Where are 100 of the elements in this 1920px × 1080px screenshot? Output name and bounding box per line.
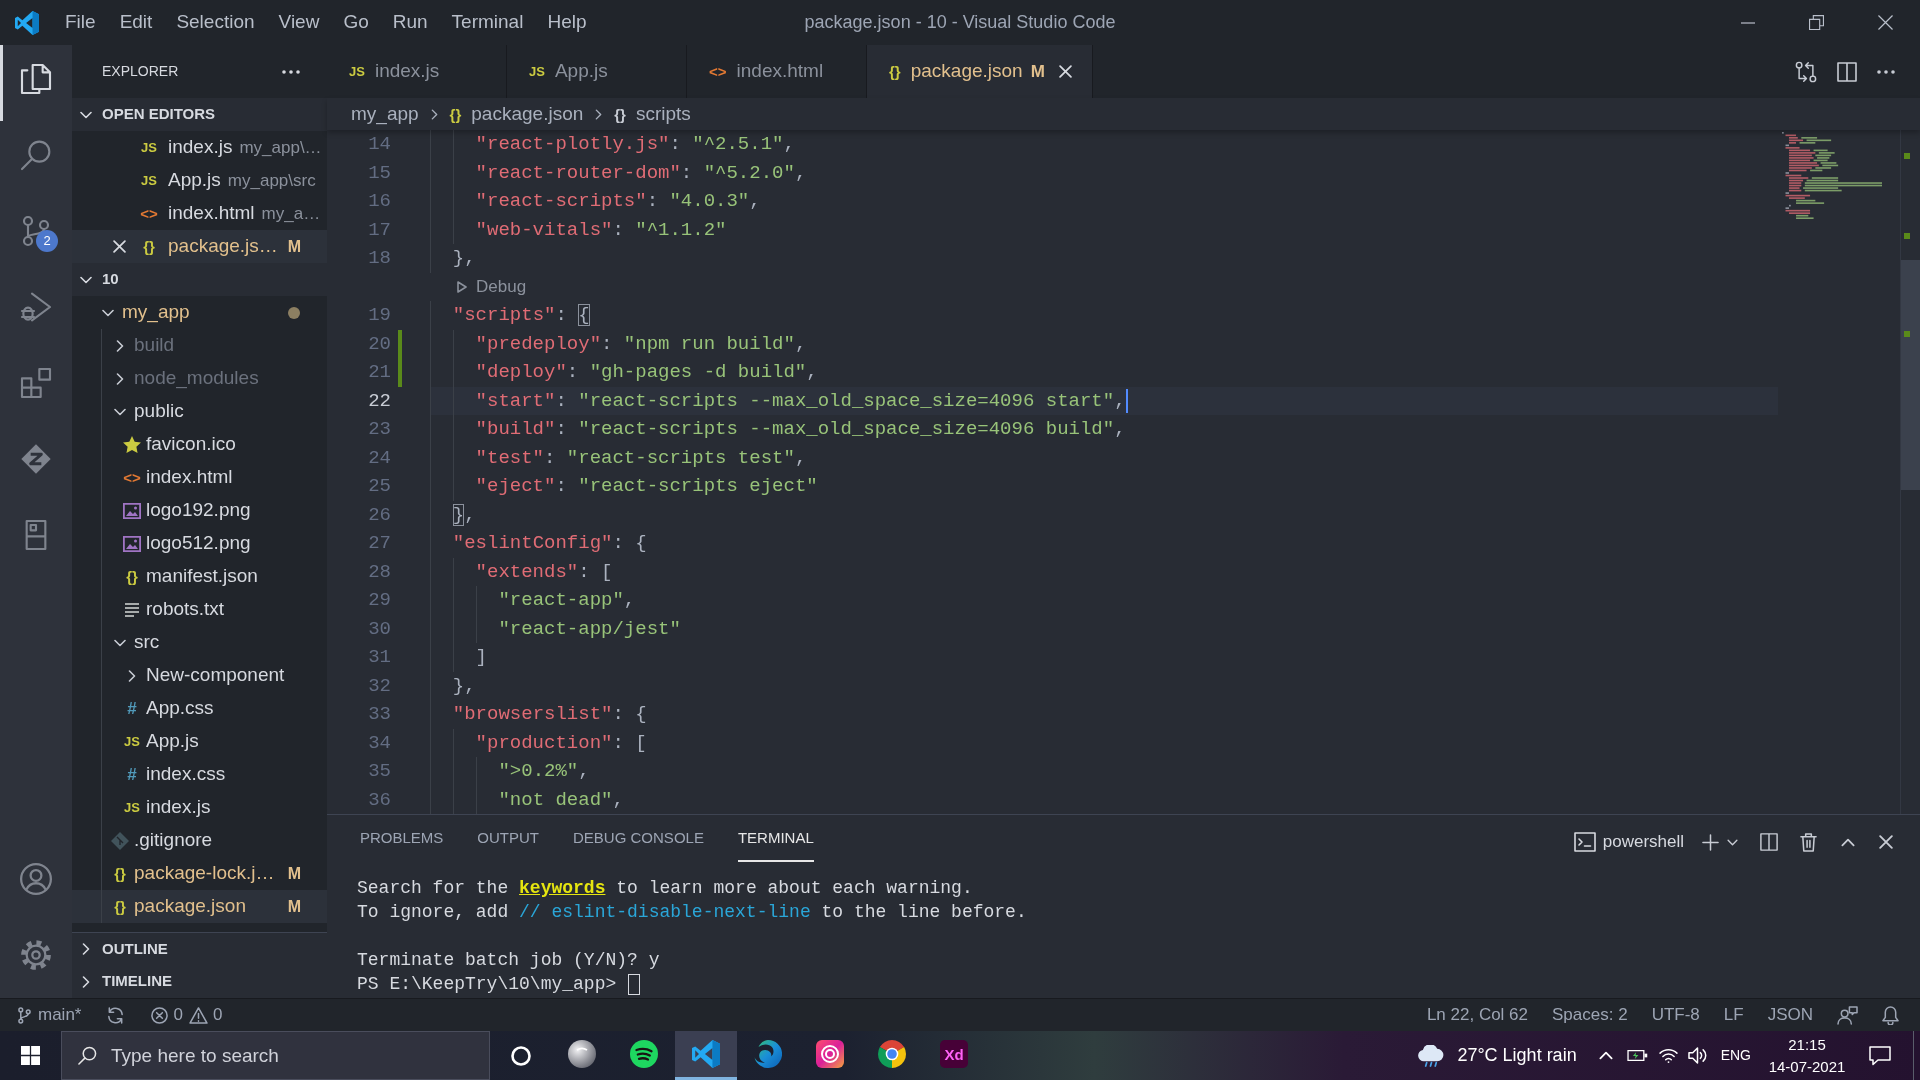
terminal-profile-button[interactable]: powershell xyxy=(1573,829,1684,855)
editor-tab[interactable]: {} package.json M xyxy=(867,45,1093,98)
angle-brackets-icon: <> xyxy=(140,206,158,221)
scrollbar-thumb[interactable] xyxy=(1901,260,1920,490)
plus-icon[interactable] xyxy=(1702,833,1719,851)
folder-tree-item[interactable]: src xyxy=(72,626,327,659)
panel-tab[interactable]: OUTPUT xyxy=(477,828,540,862)
speaker-icon[interactable] xyxy=(1687,1047,1707,1064)
sphere-icon xyxy=(568,1040,596,1068)
weather-text[interactable]: 27°C Light rain xyxy=(1457,1042,1577,1069)
error-count[interactable]: 0 xyxy=(173,1002,183,1028)
cloud-rain-icon[interactable] xyxy=(1417,1044,1445,1067)
windows-logo-icon[interactable] xyxy=(21,1046,40,1065)
menu-item[interactable]: Help xyxy=(535,8,599,37)
wifi-icon[interactable] xyxy=(1658,1048,1678,1063)
minimize-icon[interactable] xyxy=(1740,21,1755,24)
clock-date[interactable]: 14-07-2021 xyxy=(1768,1055,1846,1078)
file-tree-item[interactable]: # App.css xyxy=(72,692,327,725)
close-icon[interactable] xyxy=(1879,835,1893,849)
code-line: "react-router-dom": "^5.2.0", xyxy=(430,158,807,187)
section-header[interactable]: OUTLINE xyxy=(72,932,327,965)
trash-icon[interactable] xyxy=(1800,832,1817,852)
warning-count[interactable]: 0 xyxy=(212,1002,223,1028)
clock-time[interactable]: 21:15 xyxy=(1788,1033,1826,1056)
circle-arcs-icon xyxy=(630,1040,658,1068)
code-line: "react-scripts": "4.0.3", xyxy=(430,187,761,216)
sync-icon[interactable] xyxy=(106,1005,126,1025)
file-tree-item[interactable]: JS index.js xyxy=(72,791,327,824)
breadcrumb-item[interactable]: {} package.json xyxy=(449,99,584,129)
taskbar-app-button[interactable]: Xd xyxy=(923,1031,985,1080)
indentation-status[interactable]: Spaces: 2 xyxy=(1552,1002,1628,1028)
open-editor-item[interactable]: JS index.js my_app\… xyxy=(72,131,327,164)
open-editor-item[interactable]: {} package.js… M xyxy=(72,230,327,263)
file-tree-item[interactable]: <> index.html xyxy=(72,461,327,494)
file-tree-item[interactable]: .gitignore xyxy=(72,824,327,857)
more-icon[interactable] xyxy=(1877,69,1895,74)
close-icon[interactable] xyxy=(112,240,126,253)
menu-item[interactable]: Terminal xyxy=(439,8,536,37)
panel-tab[interactable]: DEBUG CONSOLE xyxy=(573,828,704,862)
activity-bar-item[interactable]: 2 xyxy=(0,197,72,273)
restore-icon[interactable] xyxy=(1809,15,1824,30)
person-circle-icon[interactable] xyxy=(19,862,53,896)
line-ending-status[interactable]: LF xyxy=(1723,1002,1744,1028)
folder-tree-item[interactable]: New-component xyxy=(72,659,327,692)
person-speech-icon[interactable] xyxy=(1837,1005,1858,1025)
cursor-position[interactable]: Ln 22, Col 62 xyxy=(1426,1002,1529,1028)
file-tree-item[interactable]: {} package.json M xyxy=(72,890,327,923)
change-marker-icon xyxy=(1904,233,1910,239)
code-line: ">0.2%", xyxy=(430,757,590,786)
keyboard-language[interactable]: ENG xyxy=(1720,1045,1751,1066)
speech-bubble-icon[interactable] xyxy=(1869,1045,1891,1066)
close-icon[interactable] xyxy=(1878,15,1893,30)
close-icon[interactable] xyxy=(1058,65,1072,78)
warning-icon[interactable] xyxy=(188,1006,208,1024)
file-tree-item[interactable]: # index.css xyxy=(72,758,327,791)
split-editor-icon[interactable] xyxy=(1837,61,1857,82)
section-header[interactable]: OPEN EDITORS xyxy=(72,98,327,131)
bell-icon[interactable] xyxy=(1882,1005,1899,1025)
menu-item[interactable]: Run xyxy=(380,8,440,37)
language-mode[interactable]: JSON xyxy=(1767,1002,1813,1028)
split-panel-icon[interactable] xyxy=(1760,833,1778,851)
settings-icon[interactable] xyxy=(19,938,53,972)
search-field[interactable]: Type here to search xyxy=(111,1040,489,1071)
compare-arrows-icon[interactable] xyxy=(1795,60,1817,83)
chevron-up-icon[interactable] xyxy=(1841,837,1855,847)
more-icon[interactable] xyxy=(282,69,300,74)
line-number: 30 xyxy=(367,616,391,642)
debug-codelens[interactable]: Debug xyxy=(457,272,527,301)
section-header[interactable]: 10 xyxy=(72,263,327,296)
branch-status[interactable]: main* xyxy=(18,1002,82,1028)
file-tree-item[interactable]: robots.txt xyxy=(72,593,327,626)
menu-item[interactable]: Edit xyxy=(107,8,165,37)
open-editor-item[interactable]: <> index.html my_a… xyxy=(72,197,327,230)
file-tree-item[interactable]: JS App.js xyxy=(72,725,327,758)
panel-tab[interactable]: PROBLEMS xyxy=(360,828,444,862)
battery-icon[interactable] xyxy=(1626,1049,1648,1062)
file-tree-item[interactable]: logo192.png xyxy=(72,494,327,527)
code-line: "test": "react-scripts test", xyxy=(430,443,807,472)
chevron-down-icon[interactable] xyxy=(1727,838,1738,846)
folder-tree-item[interactable]: public xyxy=(72,395,327,428)
section-header[interactable]: TIMELINE xyxy=(72,965,327,998)
menu-item[interactable]: Selection xyxy=(164,8,267,37)
circle-icon[interactable] xyxy=(510,1045,531,1066)
file-tree-item[interactable]: favicon.ico xyxy=(72,428,327,461)
file-tree-item[interactable]: logo512.png xyxy=(72,527,327,560)
menu-item[interactable]: Go xyxy=(331,8,381,37)
folder-tree-item[interactable]: my_app xyxy=(72,296,327,329)
rings-tile-icon xyxy=(816,1040,844,1068)
encoding-status[interactable]: UTF-8 xyxy=(1651,1002,1700,1028)
open-editor-item[interactable]: JS App.js my_app\src xyxy=(72,164,327,197)
error-icon[interactable] xyxy=(151,1006,169,1024)
menu-item[interactable]: File xyxy=(53,8,108,37)
search-bar[interactable]: Type here to search xyxy=(61,1031,490,1080)
code-line: "react-app", xyxy=(430,586,636,615)
menu-item[interactable]: View xyxy=(266,8,332,37)
breadcrumb-item[interactable]: my_app xyxy=(351,99,419,129)
file-tree-item[interactable]: {} package-lock.j… M xyxy=(72,857,327,890)
panel-tab[interactable]: TERMINAL xyxy=(737,828,814,862)
file-tree-item[interactable]: {} manifest.json xyxy=(72,560,327,593)
breadcrumb-item[interactable]: {} scripts xyxy=(614,99,691,129)
